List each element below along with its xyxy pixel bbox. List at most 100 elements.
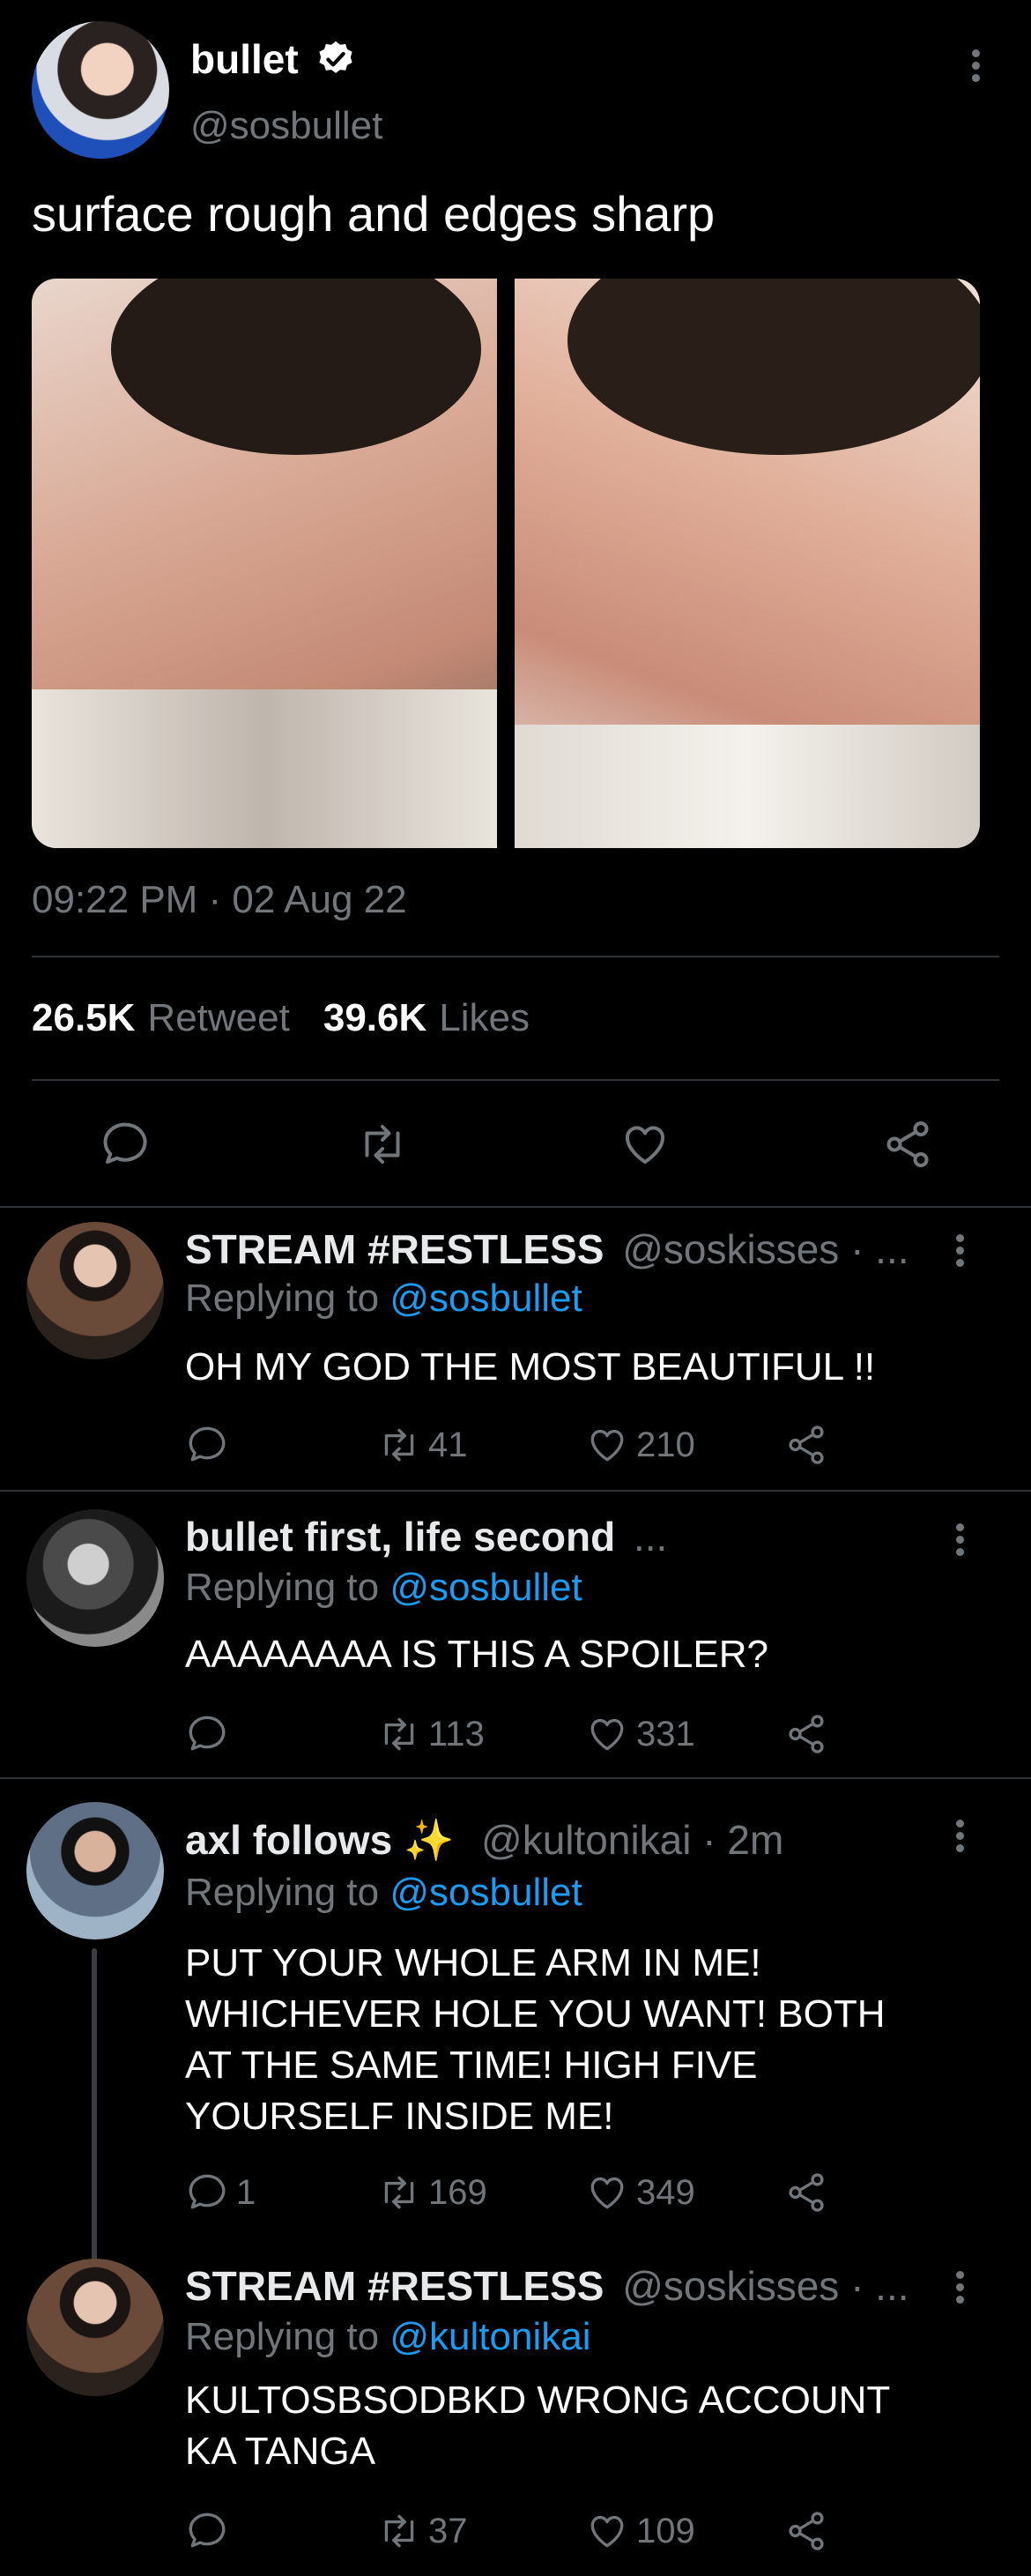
replying-prefix: Replying to [185, 1871, 380, 1914]
reply-button[interactable] [185, 1423, 236, 1467]
reply-text: AAAAAAAA IS THIS A SPOILER? [185, 1629, 768, 1680]
author-display-name[interactable]: bullet [190, 35, 299, 83]
like-icon [585, 1423, 629, 1467]
like-count: 210 [636, 1425, 695, 1464]
reply-text: KULTOSBSODBKD WRONG ACCOUNT KA TANGA [185, 2375, 890, 2477]
reply-author-handle[interactable]: @kultonikai · 2m [481, 1817, 783, 1863]
author-handle[interactable]: @sosbullet [190, 104, 382, 148]
retweet-button[interactable]: 41 [377, 1423, 468, 1467]
tweet-timestamp: 09:22 PM · 02 Aug 22 [32, 878, 407, 921]
replying-to-link[interactable]: @kultonikai [389, 2315, 590, 2358]
like-icon [585, 2170, 629, 2215]
reply-icon [185, 1712, 229, 1756]
retweet-count: 113 [428, 1714, 485, 1753]
reply-avatar[interactable] [26, 1802, 164, 1939]
more-dots-icon[interactable] [956, 1820, 967, 1857]
retweets-label[interactable]: Retweet [147, 996, 289, 1040]
reply-button[interactable] [185, 1712, 236, 1756]
reply-text: PUT YOUR WHOLE ARM IN ME! WHICHEVER HOLE… [185, 1938, 886, 2142]
like-icon [585, 1712, 629, 1756]
like-icon [619, 1118, 671, 1171]
more-dots-icon[interactable] [972, 49, 983, 86]
retweet-count: 169 [428, 2172, 487, 2212]
tweet-photo-1[interactable] [32, 279, 497, 848]
reply-text-line: PUT YOUR WHOLE ARM IN ME! [185, 1941, 761, 1984]
replying-to: Replying to @sosbullet [185, 1566, 582, 1610]
divider [0, 1777, 1031, 1779]
replying-to: Replying to @sosbullet [185, 1277, 582, 1321]
reply-author-name[interactable]: STREAM #RESTLESS [185, 1226, 604, 1272]
like-button[interactable]: 331 [585, 1712, 695, 1756]
like-button[interactable]: 349 [585, 2170, 695, 2215]
reply-icon [185, 1423, 229, 1467]
replying-prefix: Replying to [185, 1277, 380, 1320]
reply-text-line: AAAAAAAA IS THIS A SPOILER? [185, 1633, 768, 1676]
share-icon [784, 2170, 828, 2215]
retweet-icon [377, 2509, 421, 2553]
replying-to-link[interactable]: @sosbullet [389, 1566, 582, 1609]
tweet-photo-2[interactable] [515, 279, 980, 848]
tweet-stats: 26.5K Retweet 39.6K Likes [32, 996, 530, 1040]
reply-author-handle[interactable]: @soskisses · ... [622, 1226, 909, 1272]
like-count: 331 [636, 1714, 695, 1753]
replying-to-link[interactable]: @sosbullet [389, 1871, 582, 1914]
reply-text-line: AT THE SAME TIME! HIGH FIVE [185, 2044, 758, 2087]
retweet-count: 37 [428, 2511, 468, 2550]
reply-text-line: WHICHEVER HOLE YOU WANT! BOTH [185, 1992, 886, 2036]
retweet-icon [356, 1118, 409, 1171]
likes-count[interactable]: 39.6K [323, 996, 426, 1040]
reply-text-line: KULTOSBSODBKD WRONG ACCOUNT [185, 2379, 891, 2422]
reply-header: bullet first, life second ... [185, 1513, 667, 1560]
retweets-count[interactable]: 26.5K [32, 996, 135, 1040]
likes-label[interactable]: Likes [439, 996, 530, 1040]
author-avatar[interactable] [32, 21, 169, 159]
share-button[interactable] [784, 1712, 828, 1756]
reply-author-handle[interactable]: ... [634, 1514, 667, 1560]
retweet-button[interactable]: 169 [377, 2170, 487, 2215]
like-count: 109 [636, 2511, 695, 2550]
retweet-icon [377, 1712, 421, 1756]
like-button[interactable]: 109 [585, 2509, 695, 2553]
share-button[interactable] [784, 2509, 828, 2553]
replying-to-link[interactable]: @sosbullet [389, 1277, 582, 1320]
divider [32, 956, 999, 957]
retweet-icon [377, 1423, 421, 1467]
reply-avatar[interactable] [26, 2259, 164, 2396]
more-dots-icon[interactable] [956, 1523, 967, 1560]
reply-avatar[interactable] [26, 1509, 164, 1647]
reply-button[interactable] [185, 2509, 236, 2553]
retweet-count: 41 [428, 1425, 468, 1464]
replying-to: Replying to @kultonikai [185, 2315, 590, 2359]
more-dots-icon[interactable] [956, 1234, 967, 1271]
reply-author-name[interactable]: axl follows ✨ [185, 1817, 454, 1863]
thread-line [92, 1948, 97, 2266]
reply-author-name[interactable]: STREAM #RESTLESS [185, 2263, 604, 2309]
divider [0, 1206, 1031, 1208]
reply-text: OH MY GOD THE MOST BEAUTIFUL !! [185, 1342, 875, 1393]
reply-author-handle[interactable]: @soskisses · ... [622, 2263, 909, 2309]
like-count: 349 [636, 2172, 695, 2212]
retweet-button[interactable]: 37 [377, 2509, 468, 2553]
reply-text-line: YOURSELF INSIDE ME! [185, 2095, 614, 2138]
reply-icon [99, 1118, 152, 1171]
reply-header: axl follows ✨ @kultonikai · 2m [185, 1816, 783, 1865]
retweet-button[interactable]: 113 [377, 1712, 485, 1756]
share-icon [784, 2509, 828, 2553]
share-icon [881, 1118, 934, 1171]
more-dots-icon[interactable] [956, 2271, 967, 2308]
share-button[interactable] [881, 1118, 934, 1171]
like-button[interactable]: 210 [585, 1423, 695, 1467]
reply-text-line: KA TANGA [185, 2430, 376, 2473]
share-button[interactable] [784, 2170, 828, 2215]
reply-button[interactable] [99, 1118, 152, 1171]
reply-avatar[interactable] [26, 1222, 164, 1359]
share-button[interactable] [784, 1423, 828, 1467]
retweet-button[interactable] [356, 1118, 409, 1171]
reply-button[interactable]: 1 [185, 2170, 256, 2215]
verified-badge-icon [315, 39, 356, 79]
retweet-icon [377, 2170, 421, 2215]
share-icon [784, 1423, 828, 1467]
reply-author-name[interactable]: bullet first, life second [185, 1514, 615, 1560]
divider [32, 1079, 999, 1081]
like-button[interactable] [619, 1118, 671, 1171]
